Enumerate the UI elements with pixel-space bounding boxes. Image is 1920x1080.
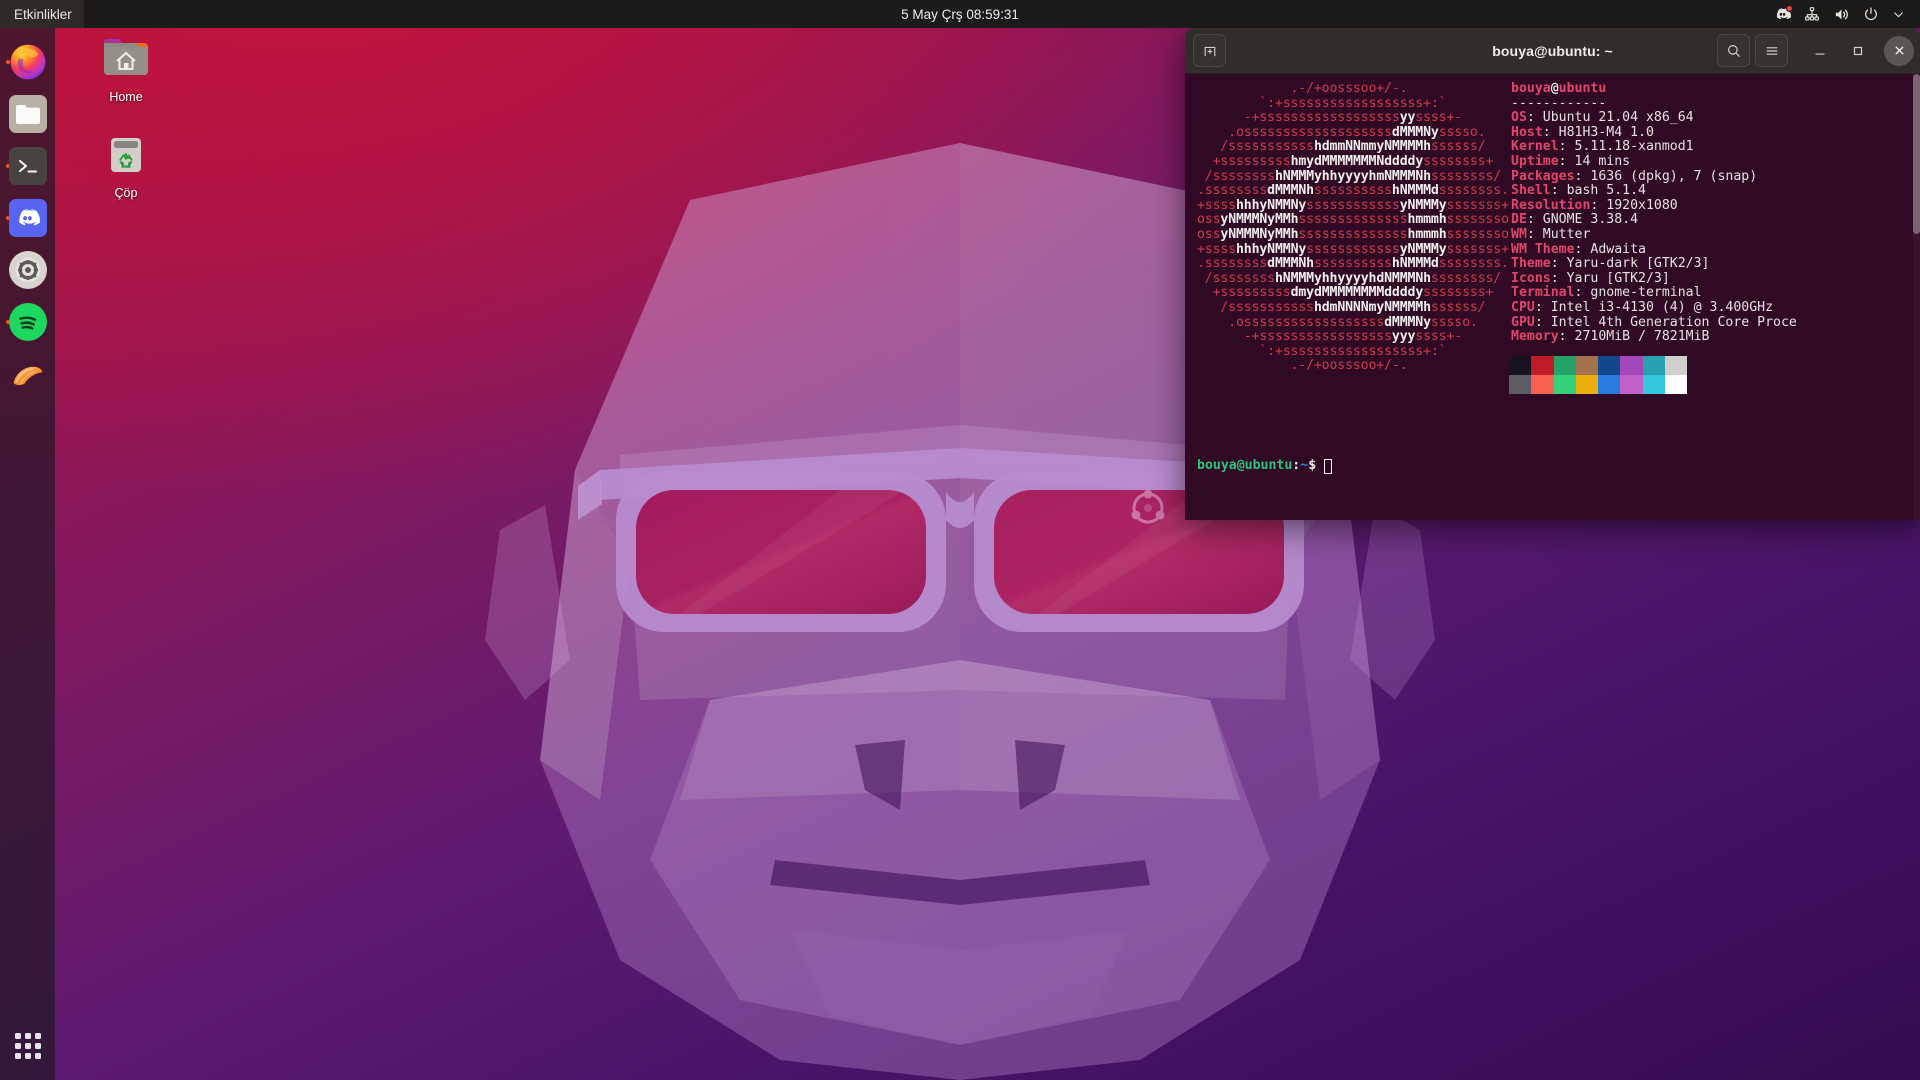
discord-app-icon	[8, 199, 47, 237]
shell-prompt[interactable]: bouya@ubuntu: ~ $	[1197, 458, 1333, 474]
terminal-icon	[8, 147, 47, 185]
firefox-icon	[9, 43, 47, 81]
gnome-terminal-window[interactable]: bouya@ubuntu: ~ .-/+oosssoo+/-. `:+sssss…	[1185, 28, 1920, 520]
clock-label: 5 May Çrş 08:59:31	[901, 6, 1019, 22]
app-grid-dot	[34, 1053, 41, 1059]
app-grid-dot	[14, 1043, 21, 1049]
palette-swatch	[1642, 355, 1665, 375]
dock-item-ubuntu-software[interactable]	[4, 348, 52, 400]
palette-swatch	[1642, 374, 1665, 394]
neofetch-info-block: bouya@ubuntu ------------ OS: Ubuntu 21.…	[1511, 81, 1797, 345]
palette-swatch	[1598, 374, 1621, 394]
palette-row-normal	[1509, 355, 1687, 375]
neofetch-output: .-/+oosssoo+/-. `:+ssssssssssssssssss+:`…	[1197, 81, 1920, 394]
dock-item-spotify[interactable]	[4, 296, 52, 348]
text-cursor	[1324, 459, 1333, 474]
app-grid-dot	[24, 1043, 31, 1049]
dock-item-files[interactable]	[4, 88, 52, 140]
dock-item-terminal[interactable]	[4, 140, 52, 192]
palette-swatch	[1553, 355, 1576, 375]
app-grid-dot	[24, 1033, 31, 1039]
desktop-icon-home[interactable]: Home	[78, 34, 174, 105]
app-grid-dot	[34, 1043, 41, 1049]
chevron-down-icon[interactable]	[1892, 8, 1905, 21]
app-grid-dot	[34, 1033, 41, 1039]
hamburger-menu-icon[interactable]	[1755, 34, 1788, 67]
minimize-icon[interactable]	[1803, 34, 1836, 67]
notification-badge	[1786, 4, 1793, 12]
palette-swatch	[1531, 374, 1554, 394]
palette-row-bright	[1509, 374, 1687, 394]
palette-swatch	[1509, 374, 1532, 394]
activities-label: Etkinlikler	[14, 6, 72, 22]
discord-icon[interactable]	[1774, 4, 1793, 23]
palette-swatch	[1575, 355, 1598, 375]
power-icon[interactable]	[1863, 6, 1879, 22]
ubuntu-ascii-logo: .-/+oosssoo+/-. `:+ssssssssssssssssss+:`…	[1197, 81, 1509, 374]
maximize-icon[interactable]	[1841, 34, 1874, 67]
prompt-path: ~	[1300, 458, 1309, 474]
new-tab-icon[interactable]	[1193, 34, 1226, 67]
terminal-output-area[interactable]: .-/+oosssoo+/-. `:+ssssssssssssssssss+:`…	[1185, 74, 1920, 520]
palette-swatch	[1509, 355, 1532, 375]
search-icon[interactable]	[1717, 34, 1750, 67]
close-icon[interactable]	[1884, 35, 1914, 66]
system-tray[interactable]	[1768, 0, 1911, 28]
clock-datetime-button[interactable]: 5 May Çrş 08:59:31	[892, 0, 1028, 28]
dock-item-firefox[interactable]	[4, 36, 52, 88]
palette-swatch	[1620, 374, 1643, 394]
prompt-dollar: $	[1308, 458, 1317, 474]
palette-swatch	[1575, 374, 1598, 394]
prompt-user-host: bouya@ubuntu	[1197, 458, 1293, 474]
palette-swatch	[1531, 355, 1554, 375]
desktop-icon-label: Çöp	[114, 186, 138, 200]
palette-swatch	[1598, 355, 1621, 375]
app-grid-dot	[14, 1053, 21, 1059]
volume-icon[interactable]	[1833, 6, 1850, 23]
network-icon[interactable]	[1804, 6, 1820, 22]
palette-swatch	[1664, 355, 1687, 375]
terminal-color-palette	[1509, 355, 1687, 394]
settings-gear-icon	[8, 251, 47, 289]
app-grid-dot	[14, 1033, 21, 1039]
terminal-scrollbar[interactable]	[1913, 74, 1920, 520]
activities-button[interactable]: Etkinlikler	[0, 0, 84, 28]
terminal-titlebar[interactable]: bouya@ubuntu: ~	[1185, 28, 1920, 74]
dock-item-discord[interactable]	[4, 192, 52, 244]
files-folder-icon	[8, 95, 47, 133]
spotify-icon	[8, 303, 47, 341]
palette-swatch	[1553, 374, 1576, 394]
dock-item-settings[interactable]	[4, 244, 52, 296]
top-panel: Etkinlikler 5 May Çrş 08:59:31	[0, 0, 1920, 28]
scrollbar-thumb[interactable]	[1913, 74, 1920, 234]
palette-swatch	[1664, 374, 1687, 394]
desktop-icon-label: Home	[109, 90, 143, 104]
desktop-icon-trash[interactable]: Çöp	[78, 130, 174, 201]
favorites-dock	[0, 28, 55, 1080]
ubuntu-software-icon	[9, 355, 47, 393]
home-folder-icon	[100, 34, 152, 85]
trash-icon	[103, 130, 149, 181]
prompt-colon: :	[1292, 458, 1301, 474]
show-applications-button[interactable]	[8, 1026, 48, 1066]
app-grid-dot	[24, 1053, 31, 1059]
palette-swatch	[1620, 355, 1643, 375]
